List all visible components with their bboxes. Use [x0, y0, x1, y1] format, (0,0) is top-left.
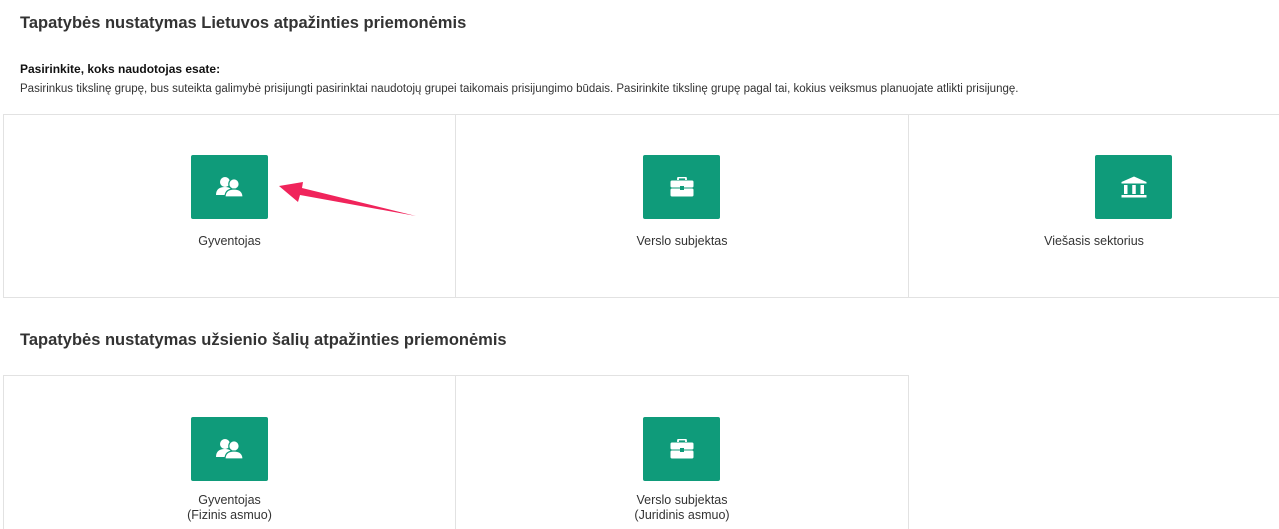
tile-public-sector[interactable]: Viešasis sektorius [909, 115, 1279, 297]
tile-label: Viešasis sektorius [1044, 234, 1144, 248]
briefcase-icon [643, 155, 720, 219]
tile-label: Verslo subjektas [636, 234, 728, 248]
tile-resident[interactable]: Gyventojas [4, 115, 455, 297]
tile-foreign-business[interactable]: Verslo subjektas (Juridinis asmuo) [456, 376, 908, 529]
section-title-lithuanian: Tapatybės nustatymas Lietuvos atpažintie… [20, 14, 467, 32]
tile-sublabel: (Juridinis asmuo) [634, 508, 730, 522]
divider [3, 297, 1279, 298]
tile-label: Verslo subjektas [636, 493, 728, 507]
section-title-foreign: Tapatybės nustatymas užsienio šalių atpa… [20, 331, 507, 349]
tile-sublabel: (Fizinis asmuo) [187, 508, 272, 522]
briefcase-icon [643, 417, 720, 481]
tile-label: Gyventojas [198, 493, 261, 507]
user-type-description: Pasirinkus tikslinę grupę, bus suteikta … [20, 83, 1019, 95]
tile-label: Gyventojas [198, 234, 261, 248]
tile-business[interactable]: Verslo subjektas [456, 115, 908, 297]
users-icon [191, 417, 268, 481]
institution-icon [1095, 155, 1172, 219]
users-icon [191, 155, 268, 219]
user-type-prompt: Pasirinkite, koks naudotojas esate: [20, 62, 221, 76]
tile-foreign-resident[interactable]: Gyventojas (Fizinis asmuo) [4, 376, 455, 529]
divider [908, 375, 909, 529]
